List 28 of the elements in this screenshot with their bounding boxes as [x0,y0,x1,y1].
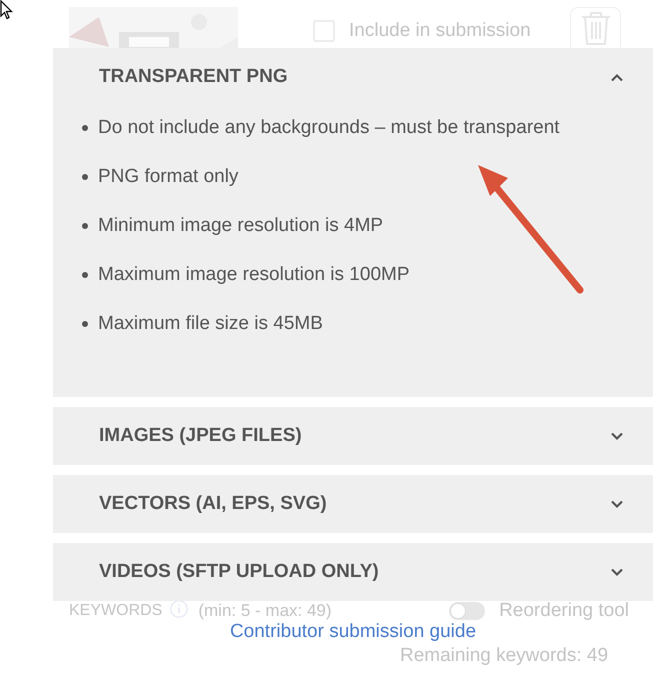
bullet-icon [82,222,88,228]
list-item: Do not include any backgrounds – must be transparent [98,116,560,140]
list-item: Maximum file size is 45MB [98,312,323,336]
list-item: Maximum image resolution is 100MP [98,263,410,287]
checkbox-label: Include in submission [349,19,531,43]
delete-button[interactable] [570,7,621,47]
list-item: PNG format only [98,165,238,189]
accordion-header[interactable]: TRANSPARENT PNG [53,48,653,106]
bullet-icon [82,320,88,326]
trash-icon [580,10,610,44]
chevron-down-icon [610,432,624,440]
remaining-keywords: Remaining keywords: 49 [400,645,608,667]
list-item: Minimum image resolution is 4MP [98,214,384,238]
bullet-icon [82,174,88,180]
chevron-down-icon [610,500,624,508]
keywords-hint: (min: 5 - max: 49) [198,602,332,620]
accordion-header[interactable]: VIDEOS (SFTP UPLOAD ONLY) [53,543,653,601]
keywords-label: KEYWORDS [69,602,162,620]
guide-link[interactable]: Contributor submission guide [230,621,476,643]
bullet-icon [82,124,88,130]
chevron-up-icon [610,72,624,82]
info-icon[interactable] [170,600,188,618]
bullet-icon [82,272,88,278]
accordion-header[interactable]: IMAGES (JPEG FILES) [53,407,653,465]
accordion-header[interactable]: VECTORS (AI, EPS, SVG) [53,475,653,533]
toggle-switch[interactable] [449,602,486,620]
chevron-down-icon [610,568,624,576]
toggle-label: Reordering tool [499,602,629,620]
